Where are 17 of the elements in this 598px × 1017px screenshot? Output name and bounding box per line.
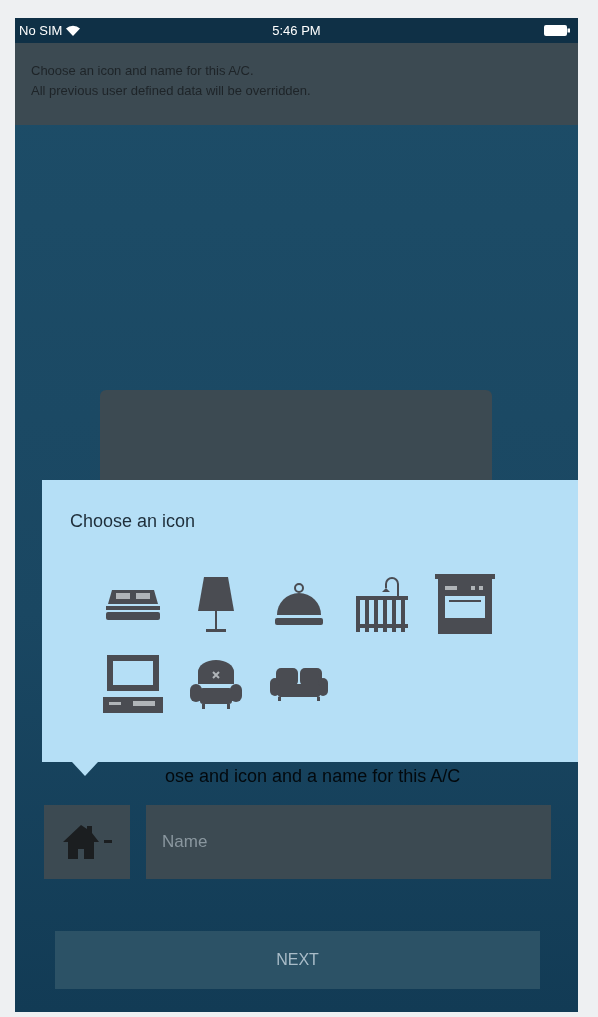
popover-title: Choose an icon — [70, 510, 197, 533]
icon-option[interactable] — [432, 571, 498, 637]
carrier-label: No SIM — [19, 21, 63, 40]
oven-icon — [435, 574, 495, 634]
prompt-text: ose and icon and a name for this A/C — [165, 764, 461, 788]
caret-icon — [104, 840, 112, 844]
armchair-icon — [190, 658, 242, 710]
cloche-icon — [274, 581, 324, 627]
clock-label: 5:46 PM — [272, 21, 321, 40]
sofa-icon — [270, 666, 328, 702]
crib-icon — [354, 574, 410, 634]
next-button[interactable]: NEXT — [55, 931, 540, 989]
battery-icon — [544, 25, 570, 36]
wifi-icon — [66, 25, 81, 36]
computer-icon — [103, 655, 163, 713]
house-icon — [62, 823, 100, 861]
name-field[interactable]: Name — [146, 805, 551, 879]
